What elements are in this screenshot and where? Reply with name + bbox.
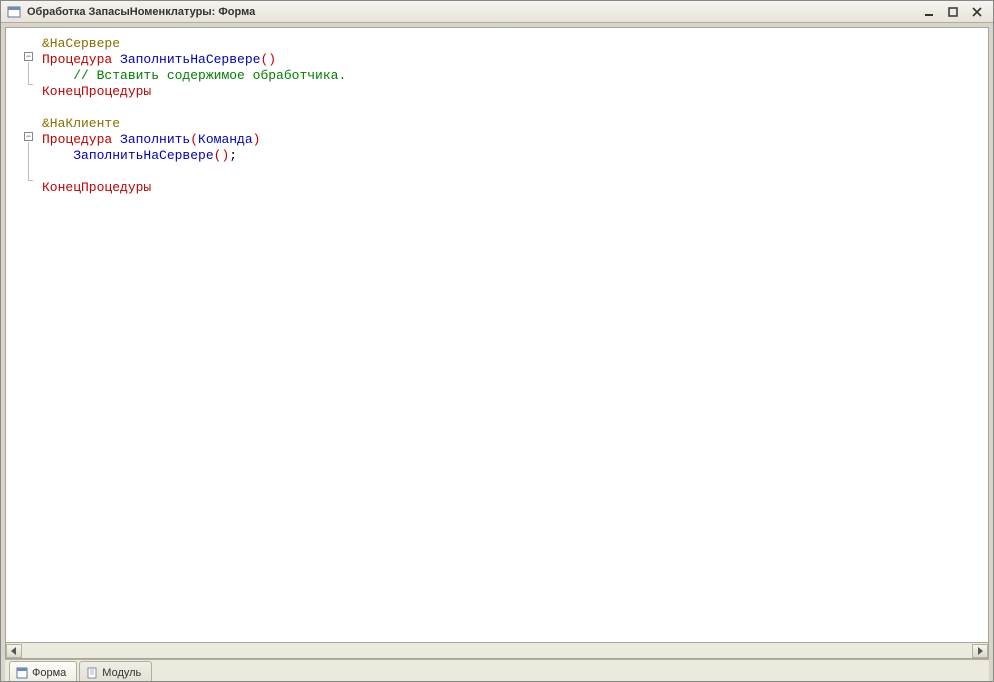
maximize-button[interactable] <box>945 5 961 19</box>
identifier: Заполнить <box>112 132 190 147</box>
comment: // Вставить содержимое обработчика. <box>73 68 346 83</box>
identifier: ЗаполнитьНаСервере <box>112 52 260 67</box>
fold-line <box>28 142 29 180</box>
keyword: КонецПроцедуры <box>42 180 151 195</box>
scroll-track[interactable] <box>22 644 972 658</box>
fold-end <box>28 180 33 181</box>
close-button[interactable] <box>969 5 985 19</box>
scroll-left-button[interactable] <box>6 644 22 658</box>
minimize-button[interactable] <box>921 5 937 19</box>
directive: &НаСервере <box>42 36 120 51</box>
gutter: − − <box>6 28 36 642</box>
scroll-right-button[interactable] <box>972 644 988 658</box>
keyword: КонецПроцедуры <box>42 84 151 99</box>
form-icon <box>16 667 28 679</box>
editor-wrap: − − &НаСервере Процедура ЗаполнитьНаСерв… <box>1 23 993 681</box>
call: ЗаполнитьНаСервере <box>73 148 213 163</box>
paren-open: ( <box>190 132 198 147</box>
parens: () <box>214 148 230 163</box>
tab-form[interactable]: Форма <box>9 661 77 681</box>
horizontal-scrollbar[interactable] <box>5 643 989 659</box>
code-body[interactable]: &НаСервере Процедура ЗаполнитьНаСервере(… <box>36 28 988 642</box>
tab-label: Форма <box>32 667 66 679</box>
module-icon <box>86 667 98 679</box>
paren-close: ) <box>253 132 261 147</box>
fold-toggle-icon[interactable]: − <box>24 132 33 141</box>
parens: () <box>260 52 276 67</box>
directive: &НаКлиенте <box>42 116 120 131</box>
titlebar: Обработка ЗапасыНоменклатуры: Форма <box>1 1 993 23</box>
semicolon: ; <box>229 148 237 163</box>
keyword: Процедура <box>42 52 112 67</box>
fold-line <box>28 62 29 84</box>
code-editor[interactable]: − − &НаСервере Процедура ЗаполнитьНаСерв… <box>5 27 989 643</box>
form-icon <box>7 5 21 19</box>
window-controls <box>921 5 989 19</box>
tab-module[interactable]: Модуль <box>79 661 152 681</box>
tab-label: Модуль <box>102 667 141 679</box>
fold-toggle-icon[interactable]: − <box>24 52 33 61</box>
window-title: Обработка ЗапасыНоменклатуры: Форма <box>27 6 921 18</box>
bottom-tabs: Форма Модуль <box>5 659 989 681</box>
fold-end <box>28 84 33 85</box>
param: Команда <box>198 132 253 147</box>
keyword: Процедура <box>42 132 112 147</box>
